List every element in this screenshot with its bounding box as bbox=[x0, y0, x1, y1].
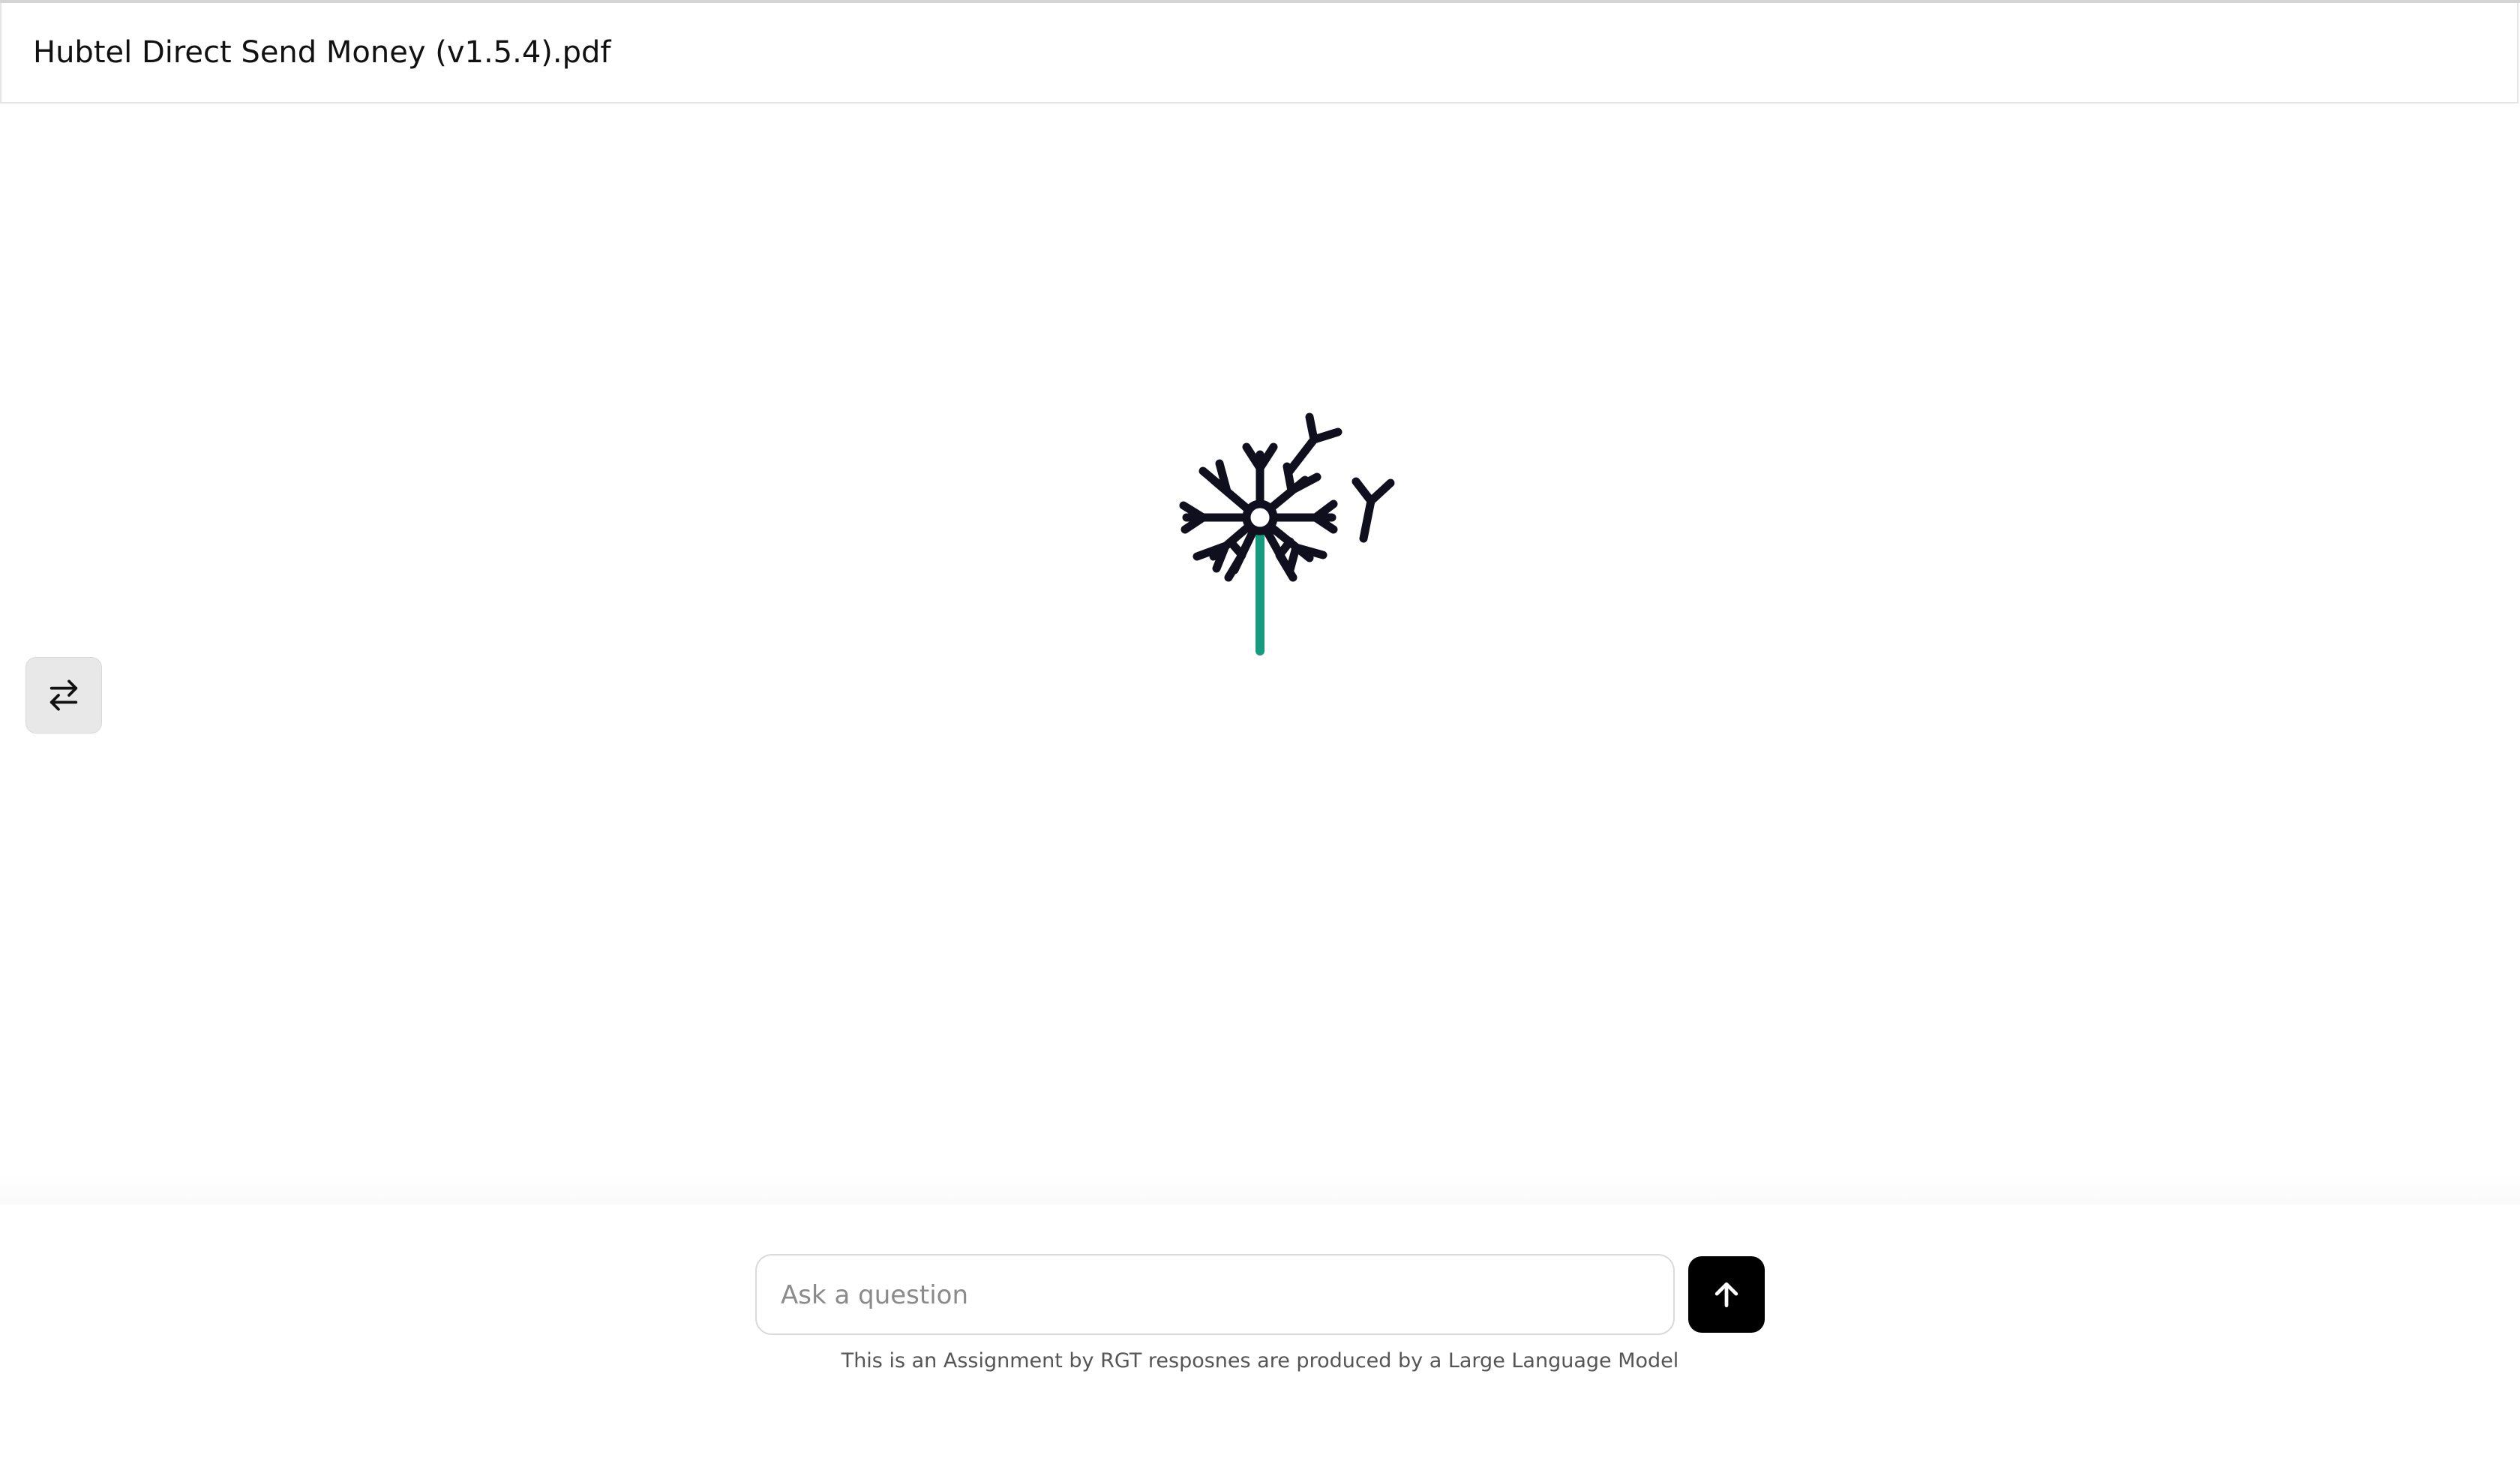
logo-floating-seed-1 bbox=[1284, 412, 1342, 477]
arrow-up-icon bbox=[1714, 1282, 1738, 1308]
composer-area-fade bbox=[0, 1174, 2520, 1204]
dandelion-logo-icon bbox=[1170, 408, 1402, 663]
app-window: Hubtel Direct Send Money (v1.5.4).pdf As… bbox=[0, 0, 2520, 1458]
question-input[interactable] bbox=[779, 1256, 1652, 1335]
document-title: Hubtel Direct Send Money (v1.5.4).pdf bbox=[33, 35, 611, 70]
document-header: Hubtel Direct Send Money (v1.5.4).pdf bbox=[0, 3, 2518, 104]
llm-disclaimer: This is an Assignment by RGT resposnes a… bbox=[841, 1349, 1679, 1372]
sidebar-toggle-button[interactable] bbox=[26, 657, 102, 734]
swap-arrows-icon bbox=[50, 680, 78, 711]
question-composer bbox=[755, 1254, 1675, 1335]
send-button[interactable] bbox=[1688, 1256, 1765, 1333]
logo-floating-seed-2 bbox=[1352, 477, 1395, 543]
